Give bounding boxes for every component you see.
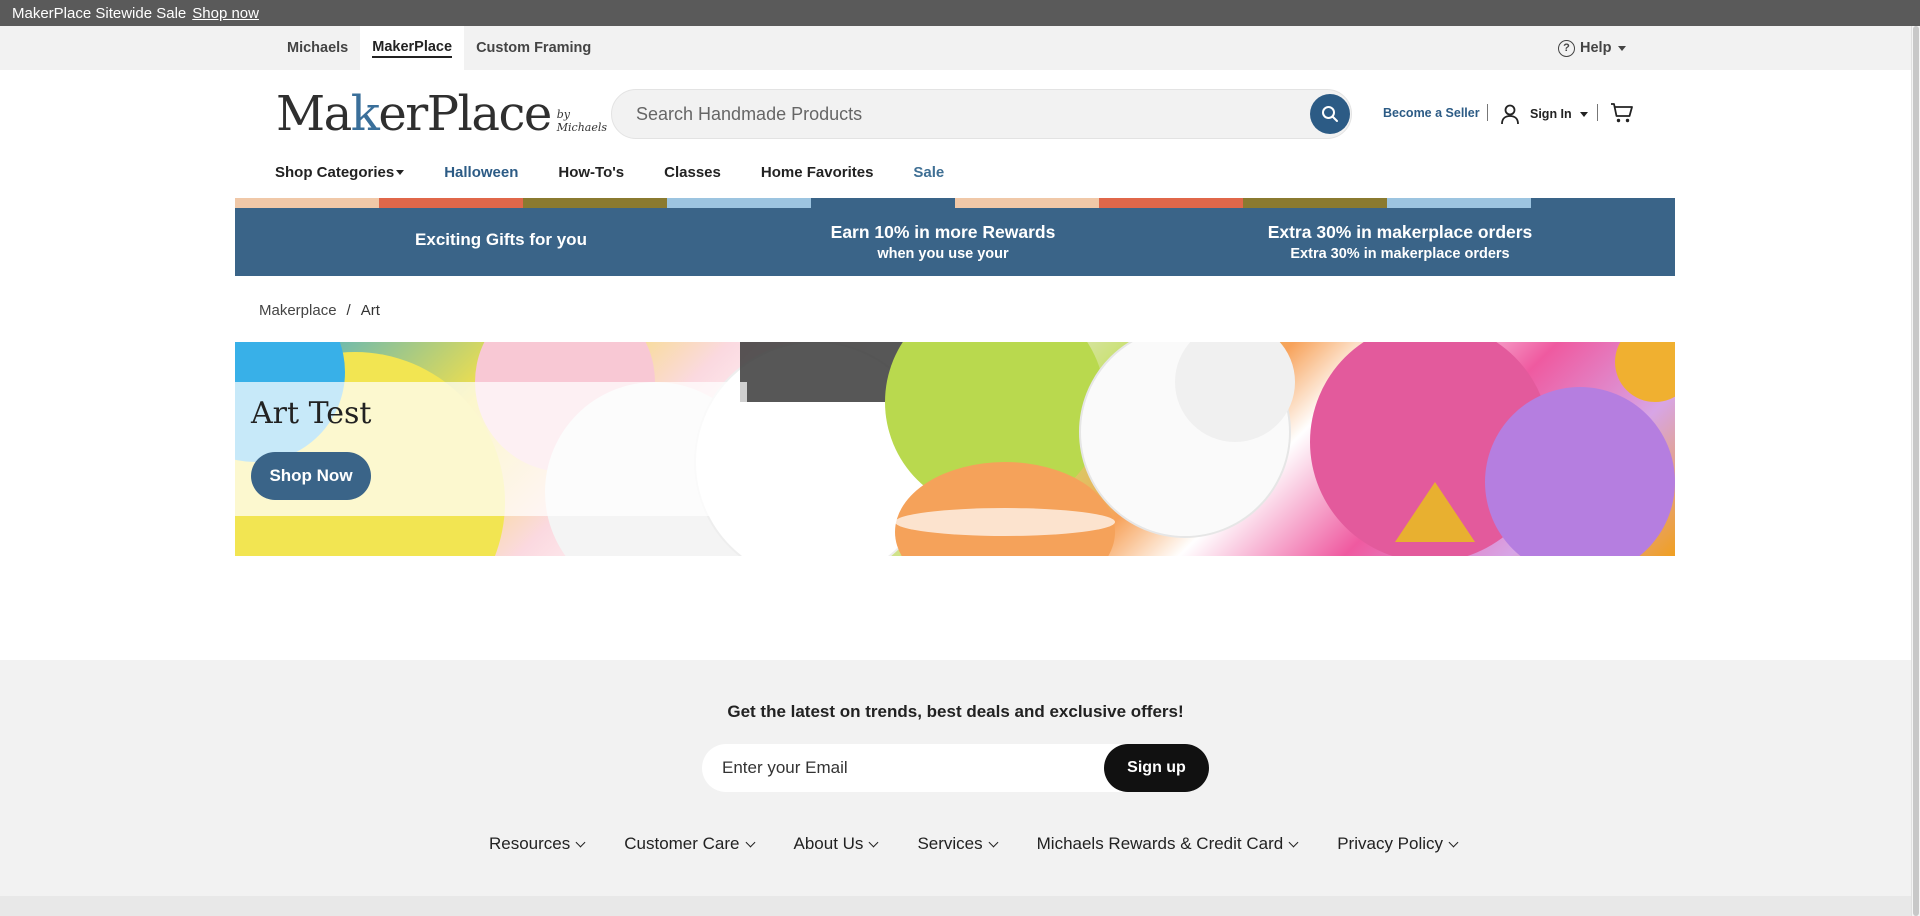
chevron-down-icon [745,837,755,847]
promo-bar: MakerPlace Sitewide Sale Shop now [0,0,1920,26]
makerplace-logo[interactable]: MakerPlace by Michaels [276,88,607,138]
nav-label: Shop Categories [275,163,395,181]
footer-links: Resources Customer Care About Us Service… [0,834,1911,854]
main-nav: Shop Categories Halloween How-To's Class… [275,158,984,186]
breadcrumb-art: Art [360,302,380,319]
become-seller-link[interactable]: Become a Seller [1383,106,1480,120]
caret-down-icon [396,170,405,176]
breadcrumb-separator: / [346,302,351,319]
logo-by-michaels: by Michaels [556,108,608,134]
tab-label: Custom Framing [476,40,592,56]
footer-link-privacy[interactable]: Privacy Policy [1337,834,1459,854]
search-icon [1322,106,1338,122]
footer-link-services[interactable]: Services [917,834,999,854]
caret-down-icon [1579,111,1588,117]
nav-sale[interactable]: Sale [913,164,944,181]
logo-text-start: Ma [276,86,352,142]
stripe-segment [1531,198,1675,208]
help-label: Help [1580,40,1612,56]
tab-makerplace[interactable]: MakerPlace [360,26,465,70]
nav-halloween[interactable]: Halloween [444,164,518,181]
footer-link-label: Privacy Policy [1337,834,1444,853]
promo-cell-extra[interactable]: Extra 30% in makerplace orders Extra 30%… [1186,208,1614,276]
email-input[interactable] [722,744,1082,792]
footer: Get the latest on trends, best deals and… [0,660,1911,896]
nav-home-favorites[interactable]: Home Favorites [761,164,874,181]
sign-in-menu[interactable]: Sign In [1500,103,1588,125]
newsletter-form: Sign up [702,744,1209,792]
stripe-segment [667,198,811,208]
stripe-segment [379,198,523,208]
chevron-down-icon [988,837,999,847]
footer-link-rewards[interactable]: Michaels Rewards & Credit Card [1036,834,1299,854]
nav-shop-categories[interactable]: Shop Categories [275,163,405,181]
header-divider [1597,104,1598,121]
stripe-segment [811,198,955,208]
stripe-segment [1387,198,1531,208]
tab-label: MakerPlace [372,39,453,58]
promo-cell-title: Earn 10% in more Rewards [830,222,1056,242]
site-tabs: Michaels MakerPlace Custom Framing [275,26,603,70]
tab-label: Michaels [287,40,349,56]
stripe-segment [235,198,379,208]
search-bar [611,89,1352,139]
logo-text-end: erPlace [378,86,552,142]
promo-banner: Exciting Gifts for you Earn 10% in more … [235,208,1675,276]
shop-now-link[interactable]: Shop now [192,5,259,22]
promo-cell-subtitle: Extra 30% in makerplace orders [1290,246,1510,262]
promo-cell-gifts[interactable]: Exciting Gifts for you [235,208,767,276]
logo-wordmark: MakerPlace [276,90,552,138]
footer-link-about-us[interactable]: About Us [793,834,879,854]
footer-link-label: About Us [793,834,864,853]
hero-banner: Art Test Shop Now [235,342,1675,556]
page-scrollbar[interactable] [1911,26,1920,916]
footer-link-label: Services [917,834,983,853]
nav-how-tos[interactable]: How-To's [558,164,624,181]
footer-bottom-strip [0,896,1911,916]
hero-card: Art Test Shop Now [235,382,747,516]
stripe-segment [955,198,1099,208]
caret-down-icon [1618,45,1627,51]
promo-cell-rewards[interactable]: Earn 10% in more Rewards when you use yo… [729,208,1157,276]
sign-in-label: Sign In [1530,107,1572,121]
breadcrumb: Makerplace / Art [259,302,380,319]
shop-now-button[interactable]: Shop Now [251,452,371,500]
chevron-down-icon [575,837,586,847]
header-divider [1487,104,1488,121]
cart-icon [1611,103,1633,123]
stripe-segment [1243,198,1387,208]
breadcrumb-makerplace[interactable]: Makerplace [259,302,337,319]
footer-link-customer-care[interactable]: Customer Care [624,834,755,854]
stripe-segment [523,198,667,208]
footer-link-label: Customer Care [624,834,740,853]
sign-up-button[interactable]: Sign up [1104,744,1209,792]
chevron-down-icon [1288,837,1299,847]
logo-text-mid: k [350,86,380,142]
help-icon: ? [1558,39,1575,57]
stripe-segment [1099,198,1243,208]
tab-custom-framing[interactable]: Custom Framing [464,26,603,70]
hero-title: Art Test [251,396,372,431]
newsletter-title: Get the latest on trends, best deals and… [727,702,1184,721]
promo-text: MakerPlace Sitewide Sale [12,4,187,22]
cart-button[interactable] [1610,102,1634,129]
footer-link-resources[interactable]: Resources [488,834,586,854]
search-input[interactable] [636,90,1296,138]
nav-classes[interactable]: Classes [664,164,721,181]
scrollbar-thumb[interactable] [1913,26,1919,916]
tab-michaels[interactable]: Michaels [275,26,360,70]
search-button[interactable] [1310,94,1350,134]
promo-cell-title: Exciting Gifts for you [415,230,587,249]
utility-bar: Michaels MakerPlace Custom Framing ? Hel… [0,26,1911,70]
chevron-down-icon [868,837,879,847]
user-icon [1501,104,1519,125]
footer-link-label: Michaels Rewards & Credit Card [1036,834,1284,853]
help-menu[interactable]: ? Help [1558,26,1627,70]
promo-cell-title: Extra 30% in makerplace orders [1267,222,1533,242]
promo-cell-subtitle: when you use your [877,246,1009,262]
chevron-down-icon [1448,837,1459,847]
footer-link-label: Resources [488,834,571,853]
decorative-stripe [235,198,1675,208]
